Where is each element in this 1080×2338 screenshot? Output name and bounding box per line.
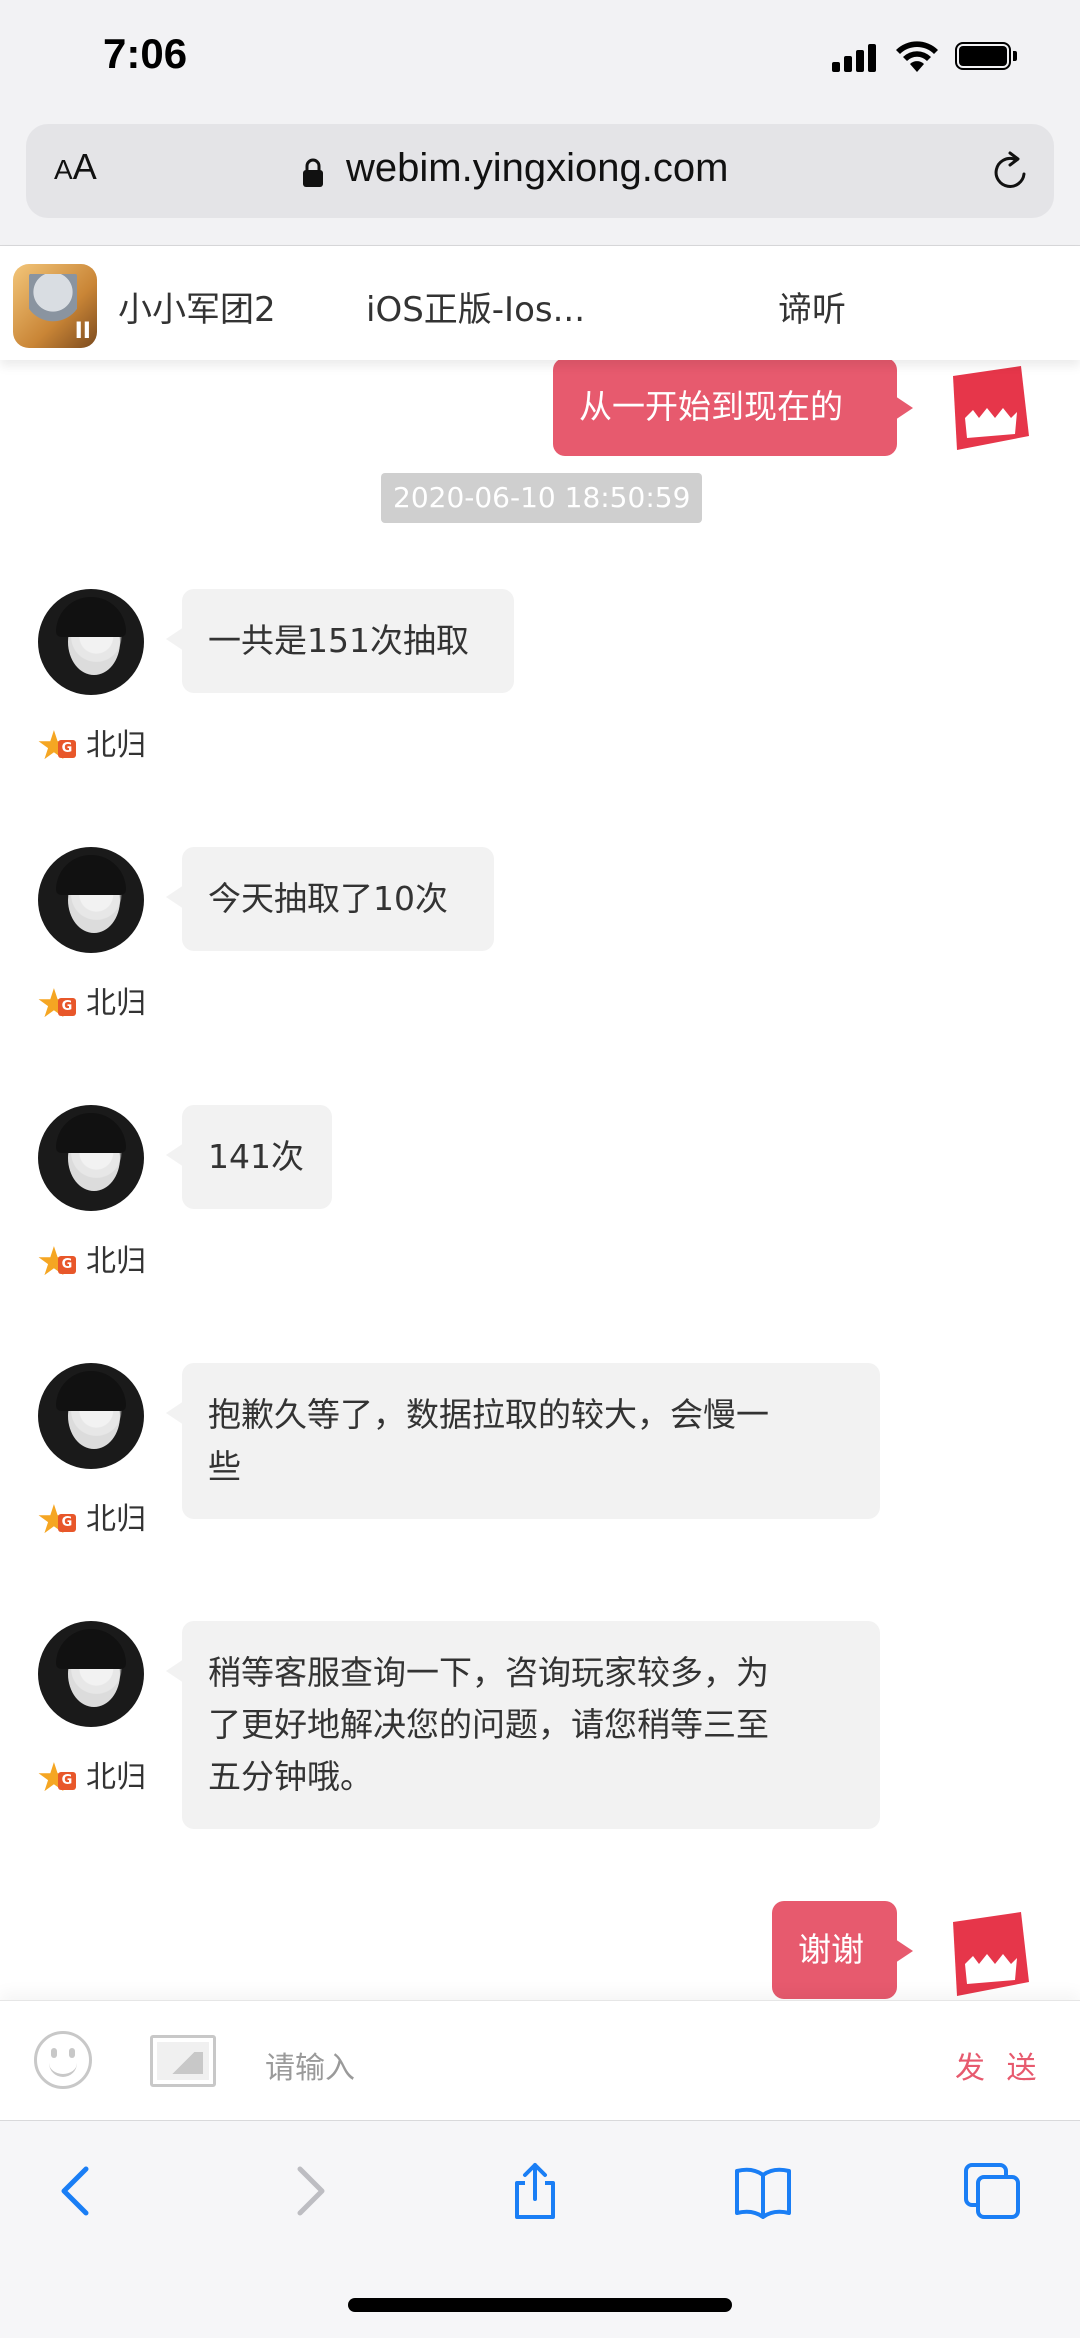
service-mode-label: 谛听 [778,290,846,330]
home-indicator [348,2298,732,2312]
image-upload-icon[interactable] [150,2035,216,2087]
tabs-icon[interactable] [962,2161,1022,2221]
outgoing-message: 从一开始到现在的 [553,360,913,456]
message-text: 谢谢 [798,1930,864,1969]
message-text: 从一开始到现在的 [579,387,843,426]
lock-icon [303,158,323,187]
incoming-message: 一共是151次抽取 [166,589,514,693]
agent-avatar [38,589,144,695]
share-icon[interactable] [505,2161,565,2221]
incoming-message: 稍等客服查询一下，咨询玩家较多，为 了更好地解决您的问题，请您稍等三至 五分钟哦… [166,1621,880,1829]
wifi-icon [896,41,938,72]
chat-header: II 小小军团2 iOS正版-Ios... 谛听 [0,246,1080,360]
chat-messages[interactable]: 从一开始到现在的 2020-06-10 18:50:59 ★ G 北归 一共是1… [0,360,1080,2000]
agent-name: 北归 [86,1244,146,1279]
back-icon[interactable] [48,2161,108,2221]
emoji-icon[interactable] [34,2031,92,2089]
game-name: 小小军团2 [118,290,276,330]
url-text: webim.yingxiong.com [346,146,729,190]
message-timestamp: 2020-06-10 18:50:59 [381,473,703,523]
battery-icon [955,42,1019,72]
platform-label: iOS正版-Ios... [366,290,586,330]
browser-toolbar: AA webim.yingxiong.com [0,120,1080,246]
reload-icon[interactable] [988,150,1032,194]
forward-icon[interactable] [278,2161,338,2221]
agent-name: 北归 [86,1502,146,1537]
reader-settings-button[interactable]: AA [54,146,97,188]
agent-avatar [38,1363,144,1469]
status-bar: 7:06 [0,0,1080,120]
status-time: 7:06 [103,30,188,77]
cellular-signal-icon [832,44,876,72]
message-input-bar: 请输入 发 送 [0,2000,1080,2121]
agent-avatar [38,1105,144,1211]
game-icon: II [13,264,97,348]
incoming-message: 抱歉久等了，数据拉取的较大，会慢一 些 [166,1363,880,1519]
agent-name: 北归 [86,986,146,1021]
outgoing-message: 谢谢 [772,1901,913,1999]
incoming-message: 今天抽取了10次 [166,847,494,951]
message-input[interactable]: 请输入 [265,2043,355,2087]
agent-name: 北归 [86,728,146,763]
user-avatar-icon [953,1912,1029,1996]
address-bar[interactable]: AA webim.yingxiong.com [26,124,1054,218]
agent-avatar [38,1621,144,1727]
incoming-message: 141次 [166,1105,332,1209]
agent-avatar [38,847,144,953]
user-avatar-icon [953,366,1029,450]
agent-name: 北归 [86,1760,146,1795]
send-button[interactable]: 发 送 [955,2043,1043,2087]
bookmarks-icon[interactable] [733,2161,793,2221]
